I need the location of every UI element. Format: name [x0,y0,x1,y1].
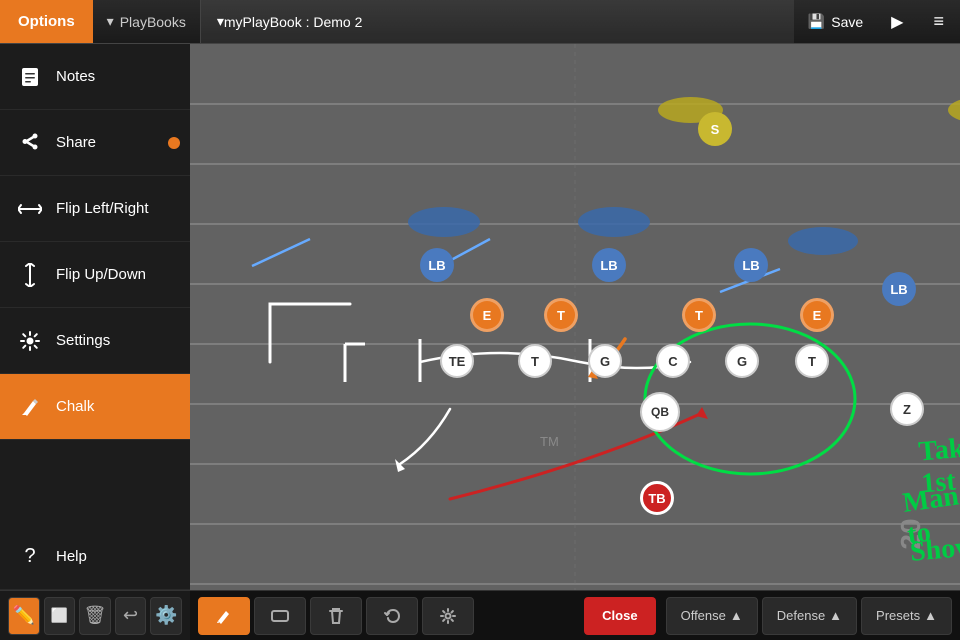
sidebar-item-settings[interactable]: Settings [0,308,190,374]
preset-buttons: Offense ▲ Defense ▲ Presets ▲ [666,597,952,635]
pen-tool-button[interactable]: ✏️ [8,597,40,635]
undo-button[interactable]: ↩ [115,597,147,635]
flip-ud-icon [16,261,44,289]
player-t1: T [518,344,552,378]
player-lb2: LB [592,248,626,282]
player-s: S [698,112,732,146]
flip-lr-label: Flip Left/Right [56,200,149,217]
player-c: C [656,344,690,378]
header: Options ▾ PlayBooks ▾ myPlayBook : Demo … [0,0,960,44]
player-e1: E [470,298,504,332]
field-bottom-toolbar: Close Offense ▲ Defense ▲ Presets ▲ [190,590,960,640]
playbooks-label: PlayBooks [120,14,186,30]
share-label: Share [56,134,96,151]
share-icon [16,129,44,157]
close-button[interactable]: Close [584,597,655,635]
player-lb1: LB [420,248,454,282]
help-label: Help [56,548,87,565]
settings-icon [16,327,44,355]
offense-button[interactable]: Offense ▲ [666,597,758,635]
sidebar: Notes Share Flip Left/Right [0,44,190,640]
player-g1: G [588,344,622,378]
tm-watermark: TM [540,434,559,449]
chalk-text-3: Show [909,531,960,569]
share-dot [168,137,180,149]
options-button[interactable]: Options [0,0,93,43]
trash-button[interactable]: 🗑 [79,597,111,635]
save-icon: 💾 [808,13,825,30]
notes-label: Notes [56,68,95,85]
sidebar-item-help[interactable]: ? Help [0,524,190,590]
sidebar-item-flip-lr[interactable]: Flip Left/Right [0,176,190,242]
settings-label: Settings [56,332,110,349]
player-e2: E [800,298,834,332]
player-t2: T [795,344,829,378]
undo-btn[interactable] [366,597,418,635]
play-icon: ▶ [891,12,903,32]
gear-button[interactable]: ⚙️ [150,597,182,635]
chalk-icon [16,393,44,421]
sidebar-item-chalk[interactable]: Chalk [0,374,190,440]
flip-lr-icon [16,195,44,223]
player-lb4: LB [882,272,916,306]
eraser-tool-button[interactable]: ⬜ [44,597,76,635]
player-z: Z [890,392,924,426]
sidebar-spacer [0,440,190,524]
title-chevron: ▾ [217,13,224,30]
eraser-button[interactable] [254,597,306,635]
player-te: TE [440,344,474,378]
help-icon: ? [16,543,44,571]
notes-icon [16,63,44,91]
playbooks-chevron: ▾ [107,13,114,30]
sidebar-item-notes[interactable]: Notes [0,44,190,110]
hamburger-icon: ≡ [933,11,944,32]
save-button[interactable]: 💾 Save [794,0,877,43]
delete-button[interactable] [310,597,362,635]
player-lb3: LB [734,248,768,282]
presets-button[interactable]: Presets ▲ [861,597,952,635]
play-button[interactable]: ▶ [877,0,917,43]
player-tb: TB [640,481,674,515]
player-t3: T [544,298,578,332]
flip-ud-label: Flip Up/Down [56,266,146,283]
player-t4: T [682,298,716,332]
settings-btn[interactable] [422,597,474,635]
player-qb: QB [640,392,680,432]
playbooks-button[interactable]: ▾ PlayBooks [93,0,200,43]
player-g2: G [725,344,759,378]
main-layout: Notes Share Flip Left/Right [0,44,960,640]
menu-button[interactable]: ≡ [917,0,960,43]
defense-button[interactable]: Defense ▲ [762,597,857,635]
sidebar-item-flip-ud[interactable]: Flip Up/Down [0,242,190,308]
sidebar-bottom-toolbar: ✏️ ⬜ 🗑 ↩ ⚙️ [0,590,190,640]
pen-button[interactable] [198,597,250,635]
playbook-title: ▾ myPlayBook : Demo 2 [200,0,794,43]
chalk-label: Chalk [56,398,94,415]
sidebar-item-share[interactable]: Share [0,110,190,176]
field[interactable]: 20 [190,44,960,590]
